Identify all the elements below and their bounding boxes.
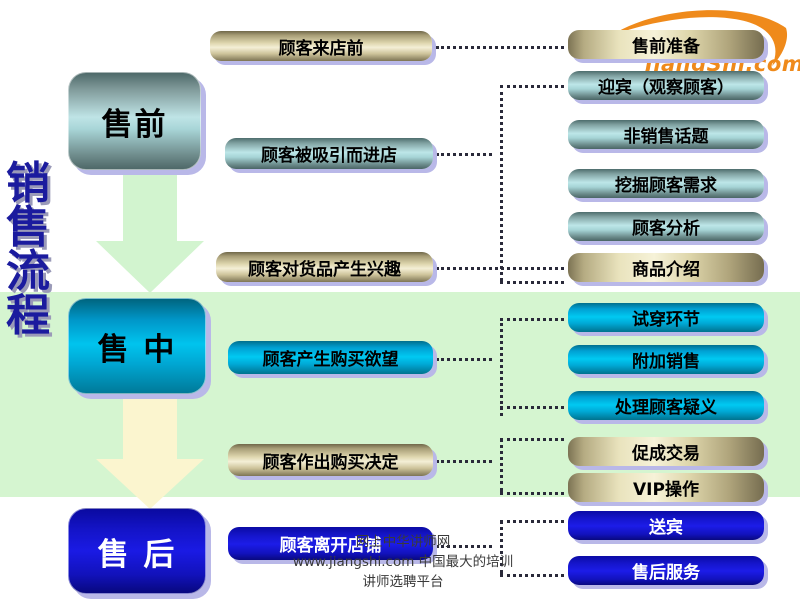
- connector-bracket-2-vertical: [500, 318, 503, 416]
- middle-step-2[interactable]: 顾客被吸引而进店: [225, 138, 433, 169]
- watermark-line-2: www.jiangshi.com 中国最大的培训: [292, 554, 514, 570]
- page-title: 销 售 流 程: [2, 162, 54, 338]
- right-step-12[interactable]: 送宾: [568, 511, 764, 540]
- right-step-5[interactable]: 顾客分析: [568, 212, 764, 241]
- connector-bracket-4-top: [500, 520, 564, 523]
- right-step-4[interactable]: 挖掘顾客需求: [568, 169, 764, 198]
- right-step-2[interactable]: 迎宾（观察顾客）: [568, 71, 764, 100]
- arrow-shaft: [123, 168, 177, 246]
- middle-step-1-label: 顾客来店前: [278, 38, 364, 59]
- connector-m3-r6: [436, 267, 564, 270]
- title-char-3: 流: [6, 246, 50, 297]
- right-step-12-label: 送宾: [649, 518, 683, 538]
- right-step-8[interactable]: 附加销售: [568, 345, 764, 374]
- arrow-shaft: [123, 392, 177, 464]
- right-step-9[interactable]: 处理顾客疑义: [568, 391, 764, 420]
- arrow-head: [96, 459, 204, 509]
- right-step-13[interactable]: 售后服务: [568, 556, 764, 585]
- right-step-10[interactable]: 促成交易: [568, 437, 764, 466]
- right-step-4-label: 挖掘顾客需求: [615, 176, 717, 196]
- arrow-mid-to-post: [96, 392, 204, 512]
- connector-bracket-3-bottom: [500, 492, 564, 495]
- middle-step-1[interactable]: 顾客来店前: [210, 31, 432, 61]
- right-step-13-label: 售后服务: [632, 563, 700, 583]
- right-step-5-label: 顾客分析: [632, 219, 700, 239]
- middle-step-3[interactable]: 顾客对货品产生兴趣: [216, 252, 433, 282]
- middle-step-3-label: 顾客对货品产生兴趣: [248, 259, 401, 280]
- middle-step-4-label: 顾客产生购买欲望: [262, 350, 399, 370]
- connector-bracket-1-bottom: [500, 281, 564, 284]
- connector-bracket-3-top: [500, 438, 564, 441]
- right-step-6[interactable]: 商品介绍: [568, 253, 764, 282]
- stage-box-pre[interactable]: 售前: [68, 72, 201, 170]
- connector-bracket-3-vertical: [500, 438, 503, 492]
- connector-bracket-2-bottom: [500, 406, 564, 409]
- middle-step-5-label: 顾客作出购买决定: [262, 452, 399, 473]
- right-step-6-label: 商品介绍: [632, 260, 700, 280]
- connector-m5-stub: [436, 460, 492, 463]
- title-char-1: 销: [6, 158, 50, 209]
- title-char-4: 程: [6, 290, 50, 341]
- connector-m4-stub: [436, 358, 492, 361]
- watermark-line-3: 讲师选聘平台: [362, 574, 444, 590]
- right-step-1-label: 售前准备: [632, 37, 700, 57]
- right-step-11-label: VIP操作: [633, 480, 699, 500]
- right-step-8-label: 附加销售: [632, 352, 700, 372]
- right-step-2-label: 迎宾（观察顾客）: [598, 78, 734, 98]
- right-step-3-label: 非销售话题: [623, 127, 709, 147]
- connector-m1-r1: [436, 46, 564, 49]
- connector-bracket-2-top: [500, 318, 564, 321]
- arrow-head: [96, 241, 204, 293]
- right-step-9-label: 处理顾客疑义: [615, 398, 717, 418]
- right-step-7-label: 试穿环节: [632, 310, 700, 330]
- watermark-line-1: 网上中华讲师网: [355, 534, 451, 550]
- right-step-1[interactable]: 售前准备: [568, 30, 764, 59]
- stage-label-mid: 售 中: [97, 331, 177, 368]
- diagram-canvas: JiangShi.com 销 售 流 程 售前 售 中 售 后 顾客来店前 顾客…: [0, 0, 800, 600]
- stage-box-mid[interactable]: 售 中: [68, 298, 206, 394]
- right-step-7[interactable]: 试穿环节: [568, 303, 764, 332]
- connector-m2-stub: [436, 153, 492, 156]
- stage-box-post[interactable]: 售 后: [68, 508, 206, 594]
- middle-step-4[interactable]: 顾客产生购买欲望: [228, 341, 433, 374]
- right-step-10-label: 促成交易: [632, 444, 700, 464]
- watermark: 网上中华讲师网 www.jiangshi.com 中国最大的培训 讲师选聘平台: [268, 532, 538, 592]
- middle-step-2-label: 顾客被吸引而进店: [261, 146, 397, 166]
- right-step-3[interactable]: 非销售话题: [568, 120, 764, 149]
- connector-bracket-1-vertical: [500, 85, 503, 281]
- connector-bracket-1-top: [500, 85, 564, 88]
- stage-label-post: 售 后: [97, 536, 177, 573]
- right-step-11[interactable]: VIP操作: [568, 473, 764, 502]
- stage-label-pre: 售前: [101, 106, 168, 143]
- title-char-2: 售: [6, 202, 50, 253]
- arrow-pre-to-mid: [96, 168, 204, 293]
- middle-step-5[interactable]: 顾客作出购买决定: [228, 444, 433, 476]
